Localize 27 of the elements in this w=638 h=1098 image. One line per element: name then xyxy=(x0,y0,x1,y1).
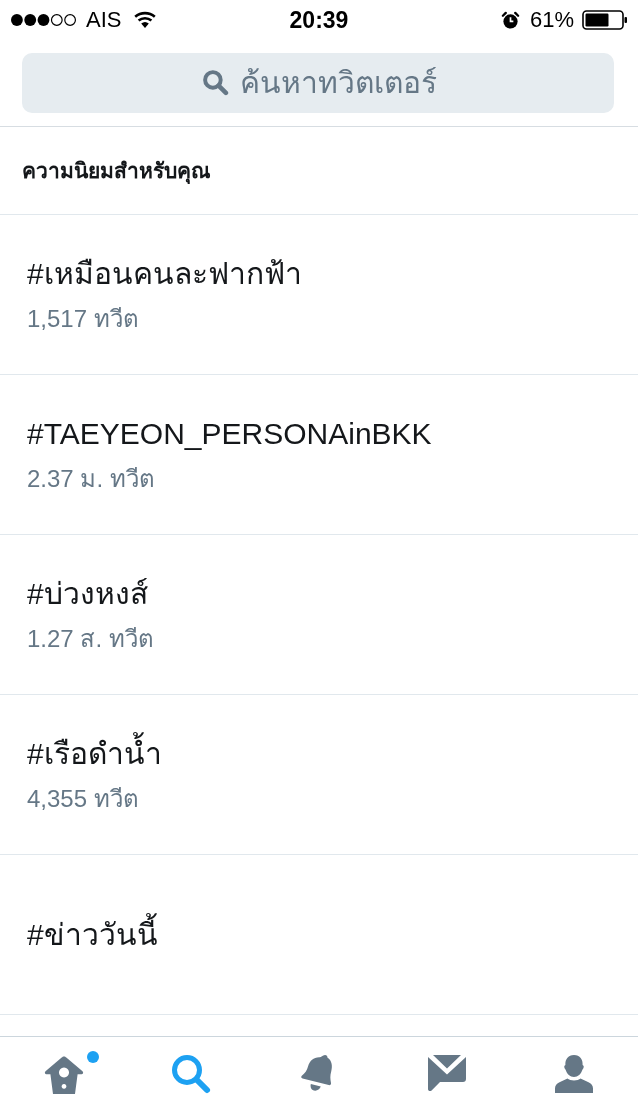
battery-percent: 61% xyxy=(529,7,574,33)
envelope-icon xyxy=(425,1053,468,1093)
trend-hashtag: #บ่วงหงส์ xyxy=(27,575,148,612)
trend-item[interactable]: #เหมือนคนละฟากฟ้า 1,517 ทวีต xyxy=(0,215,638,375)
section-title: ความนิยมสำหรับคุณ xyxy=(22,157,210,186)
signal-strength-icon xyxy=(10,13,77,27)
wifi-icon xyxy=(133,11,158,29)
clock-time: 20:39 xyxy=(289,7,349,33)
trend-hashtag: #เรือดำน้ำ xyxy=(27,733,162,774)
trend-item[interactable]: #TAEYEON_PERSONAinBKK 2.37 ม. ทวีต xyxy=(0,375,638,535)
trend-item[interactable]: #เรือดำน้ำ 4,355 ทวีต xyxy=(0,695,638,855)
search-field[interactable]: ค้นหาทวิตเตอร์ xyxy=(22,53,614,113)
trend-item[interactable]: #ข่าววันนี้ xyxy=(0,855,638,1015)
tweet-count: 1,517 ทวีต xyxy=(27,303,139,334)
battery-icon xyxy=(582,10,628,30)
tweet-count: 1.27 ส. ทวีต xyxy=(27,623,154,654)
trend-hashtag: #ข่าววันนี้ xyxy=(27,914,158,955)
trend-hashtag: #เหมือนคนละฟากฟ้า xyxy=(27,255,302,292)
tweet-count: 2.37 ม. ทวีต xyxy=(27,463,155,494)
alarm-clock-icon xyxy=(500,10,520,30)
carrier-name: AIS xyxy=(86,7,122,33)
trend-hashtag: #TAEYEON_PERSONAinBKK xyxy=(27,415,432,452)
trend-item[interactable]: #บ่วงหงส์ 1.27 ส. ทวีต xyxy=(0,535,638,695)
search-icon xyxy=(202,69,229,96)
tweet-count: 4,355 ทวีต xyxy=(27,783,139,814)
search-icon xyxy=(170,1053,213,1095)
person-icon xyxy=(553,1053,596,1095)
